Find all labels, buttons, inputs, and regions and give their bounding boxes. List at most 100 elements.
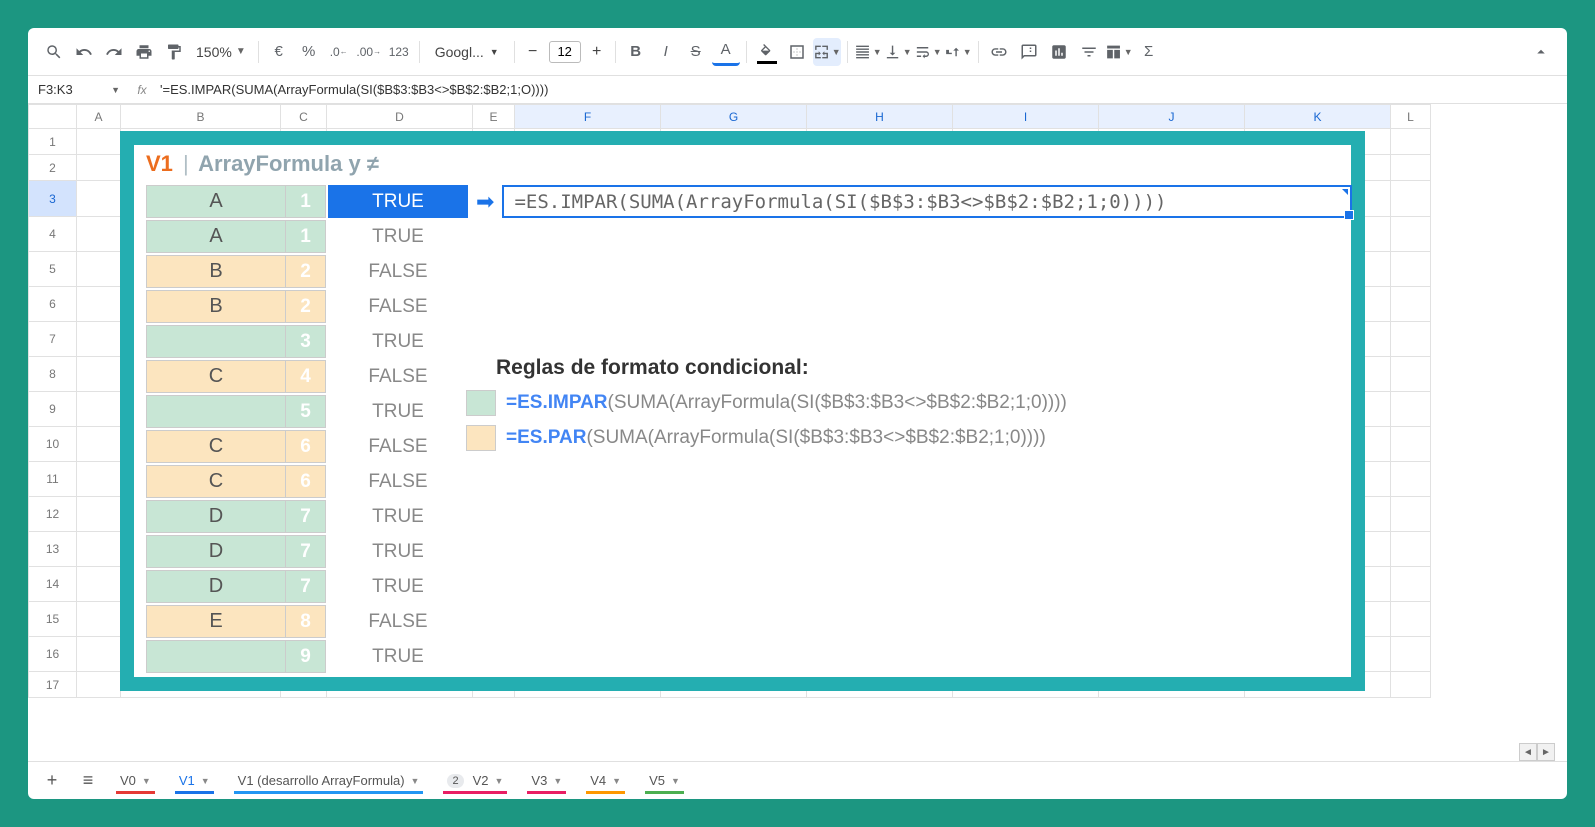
cell-d[interactable]: TRUE <box>328 535 468 568</box>
row-header[interactable]: 4 <box>29 217 77 252</box>
row-header[interactable]: 3 <box>29 181 77 217</box>
cell-b[interactable]: C <box>146 430 286 463</box>
col-header[interactable]: L <box>1391 105 1431 129</box>
strikethrough-icon[interactable]: S <box>682 38 710 66</box>
cell[interactable] <box>77 217 121 252</box>
cell-d[interactable]: FALSE <box>328 605 468 638</box>
cell[interactable] <box>77 155 121 181</box>
row-header[interactable]: 13 <box>29 532 77 567</box>
select-all-corner[interactable] <box>29 105 77 129</box>
cell-b[interactable] <box>146 640 286 673</box>
formula-bar-input[interactable]: '=ES.IMPAR(SUMA(ArrayFormula(SI($B$3:$B3… <box>154 82 1567 97</box>
h-scroll-buttons[interactable]: ◄► <box>1519 743 1555 761</box>
sheet-tab[interactable]: V5▼ <box>637 767 692 794</box>
functions-icon[interactable]: Σ <box>1135 38 1163 66</box>
cell-c[interactable]: 6 <box>286 465 326 498</box>
filter-icon[interactable] <box>1075 38 1103 66</box>
undo-icon[interactable] <box>70 38 98 66</box>
cell-c[interactable]: 5 <box>286 395 326 428</box>
cell[interactable] <box>1391 567 1431 602</box>
row-header[interactable]: 11 <box>29 462 77 497</box>
cell[interactable] <box>1391 602 1431 637</box>
col-header[interactable]: J <box>1099 105 1245 129</box>
sheet-tab[interactable]: V1▼ <box>167 767 222 794</box>
cell-d[interactable]: FALSE <box>328 465 468 498</box>
col-header[interactable]: F <box>515 105 661 129</box>
sheet-tab[interactable]: V1 (desarrollo ArrayFormula)▼ <box>226 767 432 794</box>
cell[interactable] <box>77 637 121 672</box>
link-icon[interactable] <box>985 38 1013 66</box>
cell[interactable] <box>77 322 121 357</box>
row-header[interactable]: 10 <box>29 427 77 462</box>
cell-d[interactable]: TRUE <box>328 570 468 603</box>
bold-icon[interactable]: B <box>622 38 650 66</box>
cell-c[interactable]: 1 <box>286 185 326 218</box>
col-header[interactable]: G <box>661 105 807 129</box>
cell[interactable] <box>1391 497 1431 532</box>
cell-c[interactable]: 2 <box>286 290 326 323</box>
sheet-tab[interactable]: V4▼ <box>578 767 633 794</box>
text-color-icon[interactable]: A <box>712 38 740 66</box>
paint-format-icon[interactable] <box>160 38 188 66</box>
row-header[interactable]: 14 <box>29 567 77 602</box>
col-header[interactable]: E <box>473 105 515 129</box>
cell-c[interactable]: 7 <box>286 535 326 568</box>
sheet-tab[interactable]: 2V2▼ <box>435 767 515 794</box>
cell[interactable] <box>1391 357 1431 392</box>
row-header[interactable]: 5 <box>29 252 77 287</box>
cell[interactable] <box>1391 637 1431 672</box>
fill-color-icon[interactable] <box>753 38 781 66</box>
text-rotation-icon[interactable]: ▼ <box>944 38 972 66</box>
italic-icon[interactable]: I <box>652 38 680 66</box>
search-icon[interactable] <box>40 38 68 66</box>
comment-icon[interactable] <box>1015 38 1043 66</box>
cell-b[interactable]: E <box>146 605 286 638</box>
cell-c[interactable]: 2 <box>286 255 326 288</box>
cell[interactable] <box>77 357 121 392</box>
cell[interactable] <box>1391 322 1431 357</box>
row-header[interactable]: 7 <box>29 322 77 357</box>
row-header[interactable]: 15 <box>29 602 77 637</box>
cell[interactable] <box>1391 181 1431 217</box>
increase-decimal-icon[interactable]: .00→ <box>355 38 383 66</box>
cell-d[interactable]: TRUE <box>328 325 468 358</box>
row-header[interactable]: 12 <box>29 497 77 532</box>
cell[interactable] <box>77 129 121 155</box>
cell[interactable] <box>77 181 121 217</box>
name-box[interactable]: F3:K3▼ <box>28 82 130 97</box>
cell[interactable] <box>77 672 121 698</box>
print-icon[interactable] <box>130 38 158 66</box>
cell-b[interactable]: A <box>146 185 286 218</box>
collapse-toolbar-icon[interactable] <box>1527 38 1555 66</box>
col-header[interactable]: A <box>77 105 121 129</box>
cell-b[interactable] <box>146 395 286 428</box>
col-header[interactable]: K <box>1245 105 1391 129</box>
cell-c[interactable]: 7 <box>286 570 326 603</box>
cell-b[interactable]: B <box>146 290 286 323</box>
cell-c[interactable]: 6 <box>286 430 326 463</box>
cell-d[interactable]: TRUE <box>328 395 468 428</box>
borders-icon[interactable] <box>783 38 811 66</box>
cell-b[interactable]: B <box>146 255 286 288</box>
font-size-input[interactable] <box>549 41 581 63</box>
cell-c[interactable]: 4 <box>286 360 326 393</box>
zoom-select[interactable]: 150%▼ <box>190 44 252 60</box>
cell-d[interactable]: FALSE <box>328 255 468 288</box>
formula-display[interactable]: =ES.IMPAR(SUMA(ArrayFormula(SI($B$3:$B3<… <box>502 185 1352 218</box>
cell-d[interactable]: TRUE <box>328 220 468 253</box>
all-sheets-button[interactable]: ≡ <box>72 767 104 795</box>
font-family-select[interactable]: Googl...▼ <box>426 39 508 65</box>
cell[interactable] <box>77 532 121 567</box>
merge-cells-icon[interactable]: ▼ <box>813 38 841 66</box>
cell[interactable] <box>77 287 121 322</box>
col-header[interactable]: C <box>281 105 327 129</box>
cell-c[interactable]: 8 <box>286 605 326 638</box>
cell-d[interactable]: FALSE <box>328 360 468 393</box>
text-wrap-icon[interactable]: ▼ <box>914 38 942 66</box>
row-header[interactable]: 2 <box>29 155 77 181</box>
cell-d[interactable]: TRUE <box>328 500 468 533</box>
cell[interactable] <box>1391 155 1431 181</box>
cell-b[interactable]: C <box>146 360 286 393</box>
cell-c[interactable]: 3 <box>286 325 326 358</box>
cell[interactable] <box>77 497 121 532</box>
